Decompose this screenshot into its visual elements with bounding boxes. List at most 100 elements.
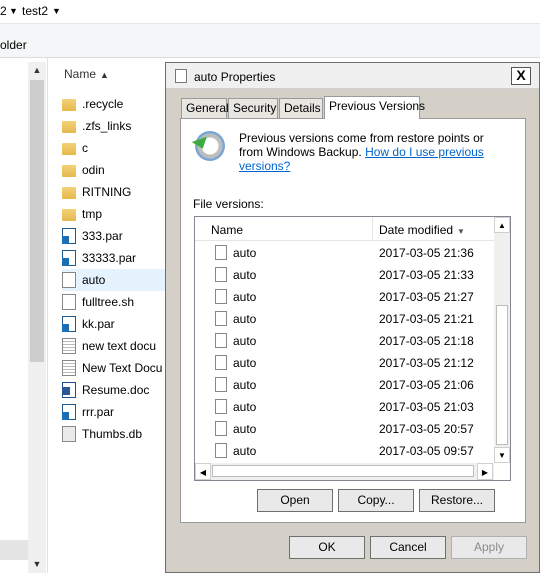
file-icon — [175, 69, 187, 83]
folder-icon — [62, 165, 76, 177]
breadcrumb-current[interactable]: test2 — [22, 4, 48, 18]
version-date: 2017-03-05 21:12 — [379, 356, 474, 370]
open-button[interactable]: Open — [257, 489, 333, 512]
file-name: odin — [82, 163, 105, 177]
list-vertical-scrollbar[interactable]: ▲ ▼ — [494, 217, 510, 463]
folder-icon — [62, 99, 76, 111]
nav-selected-item[interactable] — [0, 540, 28, 560]
file-name: 33333.par — [82, 251, 137, 265]
scrollbar-thumb[interactable] — [212, 465, 474, 477]
version-date: 2017-03-05 21:03 — [379, 400, 474, 414]
ok-button[interactable]: OK — [289, 536, 365, 559]
version-row[interactable]: auto 2017-03-05 21:06 — [195, 374, 494, 396]
version-row[interactable]: auto 2017-03-05 21:27 — [195, 286, 494, 308]
file-icon — [215, 267, 227, 282]
file-icon — [215, 289, 227, 304]
tab-general[interactable]: General — [181, 98, 229, 118]
version-row[interactable]: auto 2017-03-05 21:18 — [195, 330, 494, 352]
version-row[interactable]: auto 2017-03-05 21:21 — [195, 308, 494, 330]
folder-icon — [62, 187, 76, 199]
version-date: 2017-03-05 09:57 — [379, 444, 474, 458]
address-bar[interactable]: 2 ▼ test2 ▼ — [0, 0, 540, 24]
scroll-left-icon[interactable]: ◀ — [195, 463, 211, 480]
file-icon — [215, 377, 227, 392]
version-row[interactable]: auto 2017-03-05 21:12 — [195, 352, 494, 374]
file-list-item[interactable]: .recycle — [62, 93, 174, 115]
file-name: Resume.doc — [82, 383, 150, 397]
file-icon — [215, 443, 227, 458]
file-list-item[interactable]: Resume.doc — [62, 379, 174, 401]
version-row[interactable]: auto 2017-03-05 21:36 — [195, 242, 494, 264]
version-row[interactable]: auto 2017-03-05 09:57 — [195, 440, 494, 462]
file-name: new text docu — [82, 339, 157, 353]
chevron-down-icon[interactable]: ▼ — [9, 6, 18, 16]
scroll-down-icon[interactable]: ▼ — [494, 447, 510, 463]
version-date: 2017-03-05 21:36 — [379, 246, 474, 260]
tab-security[interactable]: Security — [228, 98, 278, 118]
tab-previous-versions[interactable]: Previous Versions — [324, 96, 425, 119]
scrollbar-corner — [494, 463, 510, 480]
column-divider[interactable] — [372, 217, 373, 241]
restore-button[interactable]: Restore... — [419, 489, 495, 512]
scroll-up-icon[interactable]: ▲ — [28, 62, 46, 79]
copy-button[interactable]: Copy... — [338, 489, 414, 512]
nav-scrollbar[interactable]: ▲ ▼ — [28, 62, 46, 573]
text-file-icon — [62, 338, 76, 354]
version-name: auto — [233, 422, 257, 436]
dialog-titlebar[interactable]: auto Properties X — [166, 63, 539, 89]
file-list-item[interactable]: .zfs_links — [62, 115, 174, 137]
scroll-up-icon[interactable]: ▲ — [494, 217, 510, 233]
breadcrumb-prev[interactable]: 2 — [0, 4, 7, 18]
version-name: auto — [233, 268, 257, 282]
file-list-item[interactable]: Thumbs.db — [62, 423, 174, 445]
file-list-item[interactable]: auto — [62, 269, 174, 291]
scroll-down-icon[interactable]: ▼ — [28, 556, 46, 573]
version-row[interactable]: auto 2017-03-05 21:03 — [195, 396, 494, 418]
file-versions-label: File versions: — [193, 197, 264, 211]
file-list-item[interactable]: kk.par — [62, 313, 174, 335]
folder-icon — [62, 209, 76, 221]
file-list-item[interactable]: odin — [62, 159, 174, 181]
toolbar: older — [0, 24, 540, 58]
version-date: 2017-03-05 21:21 — [379, 312, 474, 326]
file-list-item[interactable]: rrr.par — [62, 401, 174, 423]
scrollbar-thumb[interactable] — [496, 305, 508, 445]
file-list-item[interactable]: New Text Docu — [62, 357, 174, 379]
tab-details[interactable]: Details — [279, 98, 323, 118]
version-row[interactable]: auto 2017-03-05 20:57 — [195, 418, 494, 440]
file-icon — [215, 333, 227, 348]
version-row[interactable]: auto 2017-03-05 21:33 — [195, 264, 494, 286]
scrollbar-thumb[interactable] — [30, 80, 44, 362]
column-header-name[interactable]: Name — [211, 223, 243, 237]
folder-icon — [62, 121, 76, 133]
version-name: auto — [233, 444, 257, 458]
file-list-item[interactable]: fulltree.sh — [62, 291, 174, 313]
restore-clock-icon — [195, 131, 225, 161]
version-date: 2017-03-05 21:33 — [379, 268, 474, 282]
file-name: .zfs_links — [82, 119, 132, 133]
file-list-item[interactable]: 333.par — [62, 225, 174, 247]
version-date: 2017-03-05 21:06 — [379, 378, 474, 392]
scroll-right-icon[interactable]: ▶ — [477, 463, 493, 480]
column-header-date[interactable]: Date modified ▼ — [379, 223, 465, 237]
list-horizontal-scrollbar[interactable]: ◀ ▶ — [195, 463, 494, 480]
par-file-icon — [62, 250, 76, 266]
versions-list[interactable]: Name Date modified ▼ ▲ ▼ ◀ ▶ auto 2017-03-… — [194, 216, 511, 481]
file-list-item[interactable]: RITNING — [62, 181, 174, 203]
column-header-name[interactable]: Name ▲ — [64, 67, 109, 81]
close-button[interactable]: X — [511, 67, 531, 85]
file-list-item[interactable]: 33333.par — [62, 247, 174, 269]
chevron-down-icon[interactable]: ▼ — [52, 6, 61, 16]
text-file-icon — [62, 360, 76, 376]
file-list-item[interactable]: new text docu — [62, 335, 174, 357]
file-icon — [62, 294, 76, 310]
toolbar-folder-button[interactable]: older — [0, 38, 27, 52]
list-header: Name Date modified ▼ — [195, 217, 494, 241]
previous-versions-panel: Previous versions come from restore poin… — [180, 118, 526, 523]
cancel-button[interactable]: Cancel — [370, 536, 446, 559]
file-list-item[interactable]: c — [62, 137, 174, 159]
apply-button[interactable]: Apply — [451, 536, 527, 559]
file-list-item[interactable]: tmp — [62, 203, 174, 225]
file-name: fulltree.sh — [82, 295, 135, 309]
file-name: kk.par — [82, 317, 115, 331]
